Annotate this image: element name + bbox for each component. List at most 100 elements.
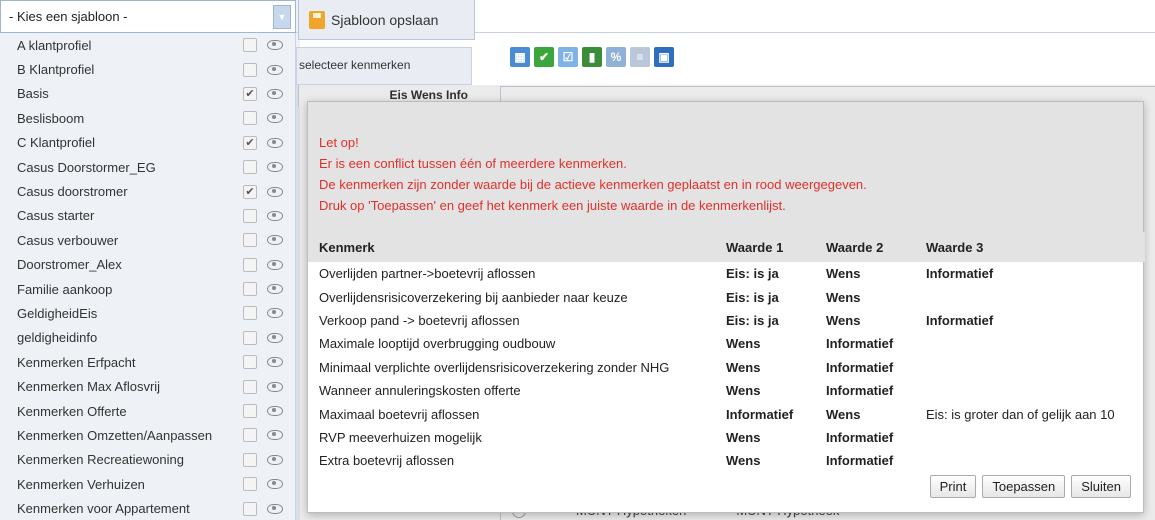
apply-button[interactable]: Toepassen [982, 475, 1066, 498]
value-cell: Informatief [826, 453, 894, 469]
template-checkbox[interactable] [243, 111, 257, 126]
print-button[interactable]: Print [929, 475, 977, 498]
template-checkbox[interactable] [243, 38, 257, 53]
template-checkbox[interactable] [243, 233, 257, 248]
chevron-down-icon: ▼ [277, 11, 287, 22]
template-item[interactable]: Casus verbouwer [0, 228, 295, 252]
eye-icon[interactable] [267, 503, 283, 514]
template-checkbox[interactable] [243, 379, 257, 394]
feature-cell: Verkoop pand -> boetevrij aflossen [319, 312, 520, 328]
percent-icon[interactable]: % [606, 47, 626, 67]
template-checkbox[interactable]: ✔ [243, 135, 257, 150]
eye-icon[interactable] [267, 162, 283, 173]
eye-icon[interactable] [267, 210, 283, 221]
eye-icon[interactable] [267, 64, 283, 75]
template-item[interactable]: Kenmerken Offerte [0, 399, 295, 423]
eye-icon[interactable] [267, 332, 283, 343]
template-checkbox[interactable] [243, 306, 257, 321]
template-item[interactable]: Doorstromer_Alex [0, 253, 295, 277]
eye-icon[interactable] [267, 284, 283, 295]
eye-icon[interactable] [267, 381, 283, 392]
calculator-icon[interactable]: ▦ [510, 47, 530, 67]
save-template-button[interactable]: Sjabloon opslaan [298, 0, 475, 40]
template-item[interactable]: Kenmerken voor Appartement [0, 496, 295, 520]
feature-cell: Minimaal verplichte overlijdensrisicover… [319, 359, 670, 375]
table-row: Wanneer annuleringskosten offerte Wens I… [308, 379, 1145, 402]
eye-icon[interactable] [267, 186, 283, 197]
template-item[interactable]: C Klantprofiel ✔ [0, 131, 295, 155]
eye-icon[interactable] [267, 137, 283, 148]
template-item[interactable]: Basis ✔ [0, 82, 295, 106]
value-cell: Wens [726, 383, 761, 399]
dropdown-arrow-button[interactable]: ▼ [273, 4, 291, 29]
checklist-icon[interactable]: ☑ [558, 47, 578, 67]
template-checkbox[interactable] [243, 404, 257, 419]
template-checkbox[interactable] [243, 330, 257, 345]
table-row: RVP meeverhuizen mogelijk Wens Informati… [308, 426, 1145, 449]
eye-icon[interactable] [267, 235, 283, 246]
template-item-label: Doorstromer_Alex [17, 257, 122, 273]
template-item[interactable]: Casus Doorstormer_EG [0, 155, 295, 179]
eye-icon[interactable] [267, 259, 283, 270]
value-cell: Wens [726, 429, 761, 445]
template-item[interactable]: geldigheidinfo [0, 326, 295, 350]
value-cell: Informatief [826, 336, 894, 352]
template-select-value: - Kies een sjabloon - [9, 9, 128, 24]
template-item[interactable]: Kenmerken Verhuizen [0, 472, 295, 496]
template-checkbox[interactable] [243, 501, 257, 516]
bar-chart-icon[interactable]: ▮ [582, 47, 602, 67]
template-item[interactable]: B Klantprofiel [0, 57, 295, 81]
template-checkbox[interactable] [243, 477, 257, 492]
template-checkbox[interactable] [243, 160, 257, 175]
template-checkbox[interactable] [243, 208, 257, 223]
template-item-label: Kenmerken Offerte [17, 403, 127, 419]
eye-icon[interactable] [267, 40, 283, 51]
template-item[interactable]: GeldigheidEis [0, 301, 295, 325]
document-icon[interactable]: ≡ [630, 47, 650, 67]
eye-icon[interactable] [267, 308, 283, 319]
eye-icon[interactable] [267, 430, 283, 441]
template-item[interactable]: Familie aankoop [0, 277, 295, 301]
template-item-label: Kenmerken Recreatiewoning [17, 452, 184, 468]
close-button[interactable]: Sluiten [1071, 475, 1131, 498]
eye-icon[interactable] [267, 357, 283, 368]
warning-line: De kenmerken zijn zonder waarde bij de a… [319, 177, 867, 192]
value-cell: Eis: is ja [726, 266, 779, 282]
template-item[interactable]: Beslisboom [0, 106, 295, 130]
template-item[interactable]: A klantprofiel [0, 33, 295, 57]
value-cell: Wens [726, 453, 761, 469]
feature-cell: Extra boetevrij aflossen [319, 453, 455, 469]
value-cell: Wens [826, 289, 861, 305]
template-item[interactable]: Kenmerken Erfpacht [0, 350, 295, 374]
column-header: Waarde 1 [726, 232, 826, 262]
template-item-label: Familie aankoop [17, 281, 113, 297]
template-select[interactable]: - Kies een sjabloon - ▼ [0, 0, 296, 33]
template-checkbox[interactable] [243, 282, 257, 297]
value-cell [926, 449, 1145, 472]
eye-icon[interactable] [267, 88, 283, 99]
template-item[interactable]: Kenmerken Omzetten/Aanpassen [0, 423, 295, 447]
template-item-label: Kenmerken Max Aflosvrij [17, 379, 161, 395]
template-item-label: A klantprofiel [17, 37, 92, 53]
template-item-label: Beslisboom [17, 110, 85, 126]
eye-icon[interactable] [267, 479, 283, 490]
template-checkbox[interactable] [243, 62, 257, 77]
template-checkbox[interactable]: ✔ [243, 86, 257, 101]
template-checkbox[interactable] [243, 355, 257, 370]
template-item[interactable]: Kenmerken Max Aflosvrij [0, 374, 295, 398]
template-item[interactable]: Casus doorstromer ✔ [0, 179, 295, 203]
eye-icon[interactable] [267, 113, 283, 124]
template-list: A klantprofiel B Klantprofiel Basis ✔ Be… [0, 33, 296, 520]
template-checkbox[interactable] [243, 452, 257, 467]
eye-icon[interactable] [267, 454, 283, 465]
warning-title: Let op! [319, 135, 359, 150]
feature-cell: Maximaal boetevrij aflossen [319, 406, 480, 422]
eye-icon[interactable] [267, 406, 283, 417]
template-checkbox[interactable] [243, 257, 257, 272]
template-checkbox[interactable] [243, 428, 257, 443]
template-item[interactable]: Casus starter [0, 204, 295, 228]
template-checkbox[interactable]: ✔ [243, 184, 257, 199]
checkmark-icon[interactable]: ✔ [534, 47, 554, 67]
save-icon[interactable]: ▣ [654, 47, 674, 67]
template-item[interactable]: Kenmerken Recreatiewoning [0, 448, 295, 472]
